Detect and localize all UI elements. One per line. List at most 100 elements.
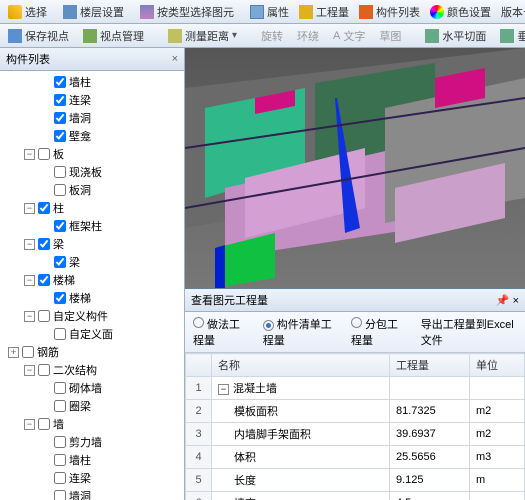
tree-checkbox[interactable] xyxy=(54,382,66,394)
twisty-icon[interactable]: − xyxy=(24,149,35,160)
tree-checkbox[interactable] xyxy=(54,328,66,340)
tree-item[interactable]: 砌体墙 xyxy=(0,379,184,397)
tree-label: 墙洞 xyxy=(69,110,91,126)
sidebar-header: 构件列表 × xyxy=(0,48,184,71)
tree-item[interactable]: 墙柱 xyxy=(0,73,184,91)
tree-item[interactable]: −柱 xyxy=(0,199,184,217)
tree-item[interactable]: 板洞 xyxy=(0,181,184,199)
tree-checkbox[interactable] xyxy=(54,94,66,106)
tree-item[interactable]: −梁 xyxy=(0,235,184,253)
version-button[interactable]: 版本号 xyxy=(497,3,525,21)
tree-checkbox[interactable] xyxy=(54,400,66,412)
tree-item[interactable]: −楼梯 xyxy=(0,271,184,289)
table-row[interactable]: 4体积25.5656m3 xyxy=(186,446,525,469)
twisty-icon[interactable]: − xyxy=(24,203,35,214)
tree-item[interactable]: −板 xyxy=(0,145,184,163)
viewpoint-mgmt-button[interactable]: 视点管理 xyxy=(79,27,148,45)
tree-item[interactable]: 墙洞 xyxy=(0,487,184,500)
tree-item[interactable]: 梁 xyxy=(0,253,184,271)
tree-checkbox[interactable] xyxy=(38,148,50,160)
table-row[interactable]: 1−混凝土墙 xyxy=(186,377,525,400)
tree-item[interactable]: 墙柱 xyxy=(0,451,184,469)
secondary-toolbar: 保存视点 视点管理 测量距离 ▾ 旋转 环绕 A 文字 草图 水平切面 垂直切面… xyxy=(0,24,525,48)
tree-checkbox[interactable] xyxy=(38,310,50,322)
tree-checkbox[interactable] xyxy=(54,184,66,196)
layer-setting-button[interactable]: 楼层设置 xyxy=(59,3,128,21)
select-icon xyxy=(8,5,22,19)
save-viewpoint-button[interactable]: 保存视点 xyxy=(4,27,73,45)
measure-button[interactable]: 测量距离 ▾ xyxy=(164,27,241,45)
tree-item[interactable]: 连梁 xyxy=(0,469,184,487)
3d-viewport[interactable] xyxy=(185,48,525,288)
table-row[interactable]: 2模板面积81.7325m2 xyxy=(186,400,525,423)
table-row[interactable]: 3内墙脚手架面积39.6937m2 xyxy=(186,423,525,446)
tree-item[interactable]: 框架柱 xyxy=(0,217,184,235)
table-row[interactable]: 5长度9.125m xyxy=(186,469,525,492)
tree-checkbox[interactable] xyxy=(38,202,50,214)
select-button[interactable]: 选择 xyxy=(4,3,51,21)
tree-checkbox[interactable] xyxy=(54,292,66,304)
tree-checkbox[interactable] xyxy=(54,256,66,268)
tree-checkbox[interactable] xyxy=(54,436,66,448)
tab-method[interactable]: 做法工程量 xyxy=(193,316,251,348)
tree-item[interactable]: −自定义构件 xyxy=(0,307,184,325)
tree-checkbox[interactable] xyxy=(54,490,66,500)
tree-item[interactable]: 连梁 xyxy=(0,91,184,109)
tree-checkbox[interactable] xyxy=(54,112,66,124)
quantity-close-icon[interactable]: × xyxy=(513,295,519,307)
pin-icon[interactable]: 📌 xyxy=(496,295,510,307)
export-link[interactable]: 导出工程量到Excel文件 xyxy=(421,316,517,348)
rotate-around-button[interactable]: 环绕 xyxy=(293,27,323,45)
tree-checkbox[interactable] xyxy=(38,418,50,430)
collapse-icon[interactable]: − xyxy=(218,384,229,395)
twisty-icon[interactable]: + xyxy=(8,347,19,358)
tree-checkbox[interactable] xyxy=(54,130,66,142)
tree-label: 二次结构 xyxy=(53,362,97,378)
tree-item[interactable]: 现浇板 xyxy=(0,163,184,181)
tree-checkbox[interactable] xyxy=(38,274,50,286)
tree-item[interactable]: − 二次结构 xyxy=(0,361,184,379)
color-setting-button[interactable]: 颜色设置 xyxy=(426,3,495,21)
quantity-table[interactable]: 名称 工程量 单位 1−混凝土墙2模板面积81.7325m23内墙脚手架面积39… xyxy=(185,353,525,500)
text-button[interactable]: A 文字 xyxy=(329,27,369,45)
tree-checkbox[interactable] xyxy=(54,166,66,178)
tree-checkbox[interactable] xyxy=(54,220,66,232)
tree-checkbox[interactable] xyxy=(54,454,66,466)
twisty-icon[interactable]: − xyxy=(24,311,35,322)
component-list-button[interactable]: 构件列表 xyxy=(355,3,424,21)
tree-item[interactable]: −墙 xyxy=(0,415,184,433)
tree-item[interactable]: 圈梁 xyxy=(0,397,184,415)
tree-checkbox[interactable] xyxy=(54,76,66,88)
tree-checkbox[interactable] xyxy=(54,472,66,484)
tree-item[interactable]: +钢筋 xyxy=(0,343,184,361)
v-section-button[interactable]: 垂直切面 xyxy=(496,27,525,45)
main-toolbar: 选择 楼层设置 按类型选择图元 属性 工程量 构件列表 颜色设置 版本号 西南轴… xyxy=(0,0,525,24)
twisty-icon[interactable]: − xyxy=(24,365,35,376)
sidebar-close-icon[interactable]: × xyxy=(172,53,178,65)
tab-sub[interactable]: 分包工程量 xyxy=(351,316,409,348)
tree-item[interactable]: 壁龛 xyxy=(0,127,184,145)
type-select-button[interactable]: 按类型选择图元 xyxy=(136,3,238,21)
properties-button[interactable]: 属性 xyxy=(246,3,293,21)
tree-item[interactable]: 楼梯 xyxy=(0,289,184,307)
h-section-button[interactable]: 水平切面 xyxy=(421,27,490,45)
table-row[interactable]: 6墙高4.5m xyxy=(186,492,525,500)
tree-label: 自定义面 xyxy=(69,326,113,342)
tree-item[interactable]: 剪力墙 xyxy=(0,433,184,451)
twisty-icon[interactable]: − xyxy=(24,239,35,250)
tab-bill[interactable]: 构件清单工程量 xyxy=(263,316,339,348)
sketch-button[interactable]: 草图 xyxy=(375,27,405,45)
quantity-header-buttons: 📌 × xyxy=(496,294,519,307)
twisty-icon[interactable]: − xyxy=(24,275,35,286)
twisty-icon[interactable]: − xyxy=(24,419,35,430)
tree-label: 楼梯 xyxy=(69,290,91,306)
tree-item[interactable]: 墙洞 xyxy=(0,109,184,127)
component-tree[interactable]: 墙柱连梁墙洞壁龛−板现浇板板洞−柱框架柱−梁梁−楼梯楼梯−自定义构件自定义面+钢… xyxy=(0,71,184,500)
tree-checkbox[interactable] xyxy=(22,346,34,358)
tree-checkbox[interactable] xyxy=(38,238,50,250)
quantity-button[interactable]: 工程量 xyxy=(295,3,353,21)
tree-item[interactable]: 自定义面 xyxy=(0,325,184,343)
rotate-button[interactable]: 旋转 xyxy=(257,27,287,45)
tree-label: 板洞 xyxy=(69,182,91,198)
tree-checkbox[interactable] xyxy=(38,364,50,376)
